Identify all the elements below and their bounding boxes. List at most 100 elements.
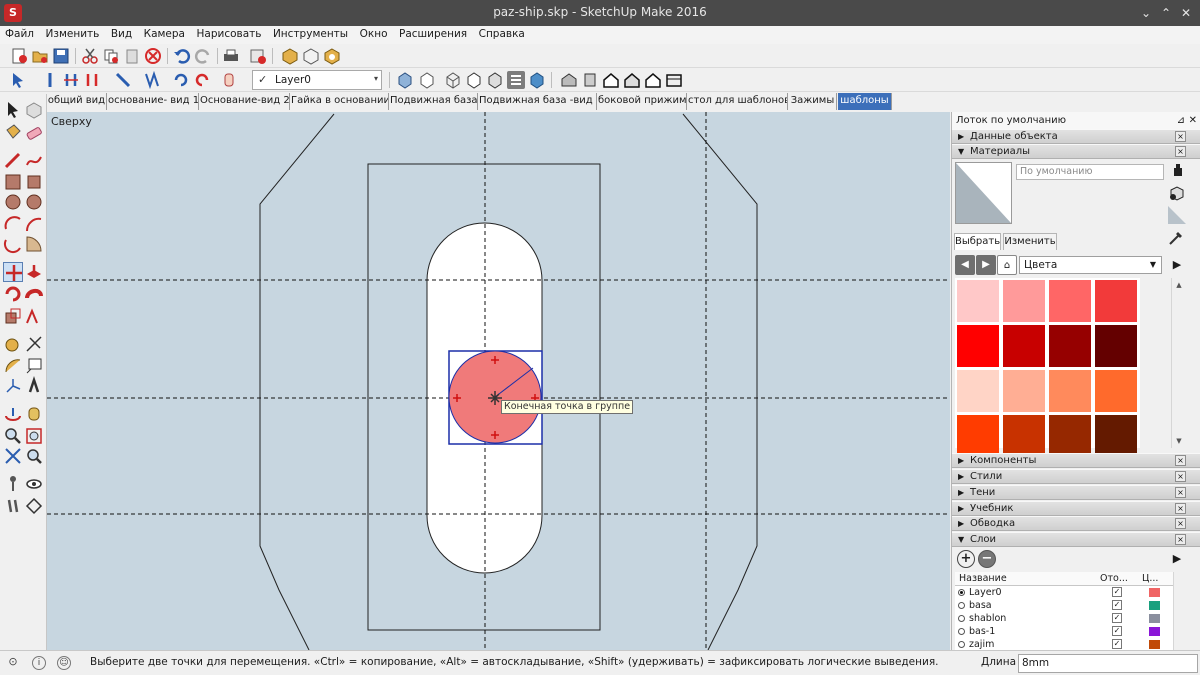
- select-tool-icon[interactable]: [10, 71, 28, 89]
- redo-icon[interactable]: [194, 47, 212, 65]
- scroll-up-icon[interactable]: ▲: [1173, 279, 1185, 291]
- line-pencil-icon[interactable]: [3, 150, 23, 170]
- visible-checkbox[interactable]: ✓: [1112, 587, 1122, 597]
- panel-entity-info[interactable]: ▶ Данные объекта ×: [952, 129, 1200, 144]
- polygon-icon[interactable]: [24, 192, 44, 212]
- left-view-icon[interactable]: [665, 71, 683, 89]
- orbit-icon[interactable]: [3, 404, 23, 424]
- color-swatch[interactable]: [1049, 370, 1091, 412]
- panel-outliner[interactable]: ▶ Обводка ×: [952, 516, 1200, 531]
- visible-checkbox[interactable]: ✓: [1112, 600, 1122, 610]
- color-swatch[interactable]: [957, 280, 999, 322]
- eraser-icon[interactable]: [24, 122, 44, 142]
- pie-icon[interactable]: [24, 234, 44, 254]
- color-swatch[interactable]: [1003, 370, 1045, 412]
- menu-draw[interactable]: Нарисовать: [193, 26, 266, 42]
- color-swatch[interactable]: [1049, 415, 1091, 457]
- push-pull-icon[interactable]: [24, 262, 44, 282]
- undo-icon[interactable]: [173, 47, 191, 65]
- color-swatch[interactable]: [1095, 415, 1137, 457]
- protractor-icon[interactable]: [3, 356, 23, 376]
- display-material-icon[interactable]: [1168, 184, 1186, 202]
- menu-help[interactable]: Справка: [475, 26, 529, 42]
- create-material-icon[interactable]: [1170, 162, 1186, 178]
- paint-bucket-icon[interactable]: [3, 122, 23, 142]
- active-layer-radio[interactable]: [958, 615, 965, 622]
- 3d-text-icon[interactable]: [24, 376, 44, 396]
- two-point-arc-icon[interactable]: [24, 214, 44, 234]
- layer-row[interactable]: zajim ✓: [955, 638, 1173, 650]
- make-component-icon[interactable]: [24, 100, 44, 120]
- active-layer-radio[interactable]: [958, 628, 965, 635]
- panel-close-icon[interactable]: ×: [1175, 518, 1186, 529]
- dimension-icon[interactable]: [143, 71, 161, 89]
- scene-tab[interactable]: общий вид: [47, 93, 107, 110]
- share-component-icon[interactable]: [323, 47, 341, 65]
- save-icon[interactable]: [52, 47, 70, 65]
- menu-tools[interactable]: Инструменты: [269, 26, 352, 42]
- scene-tab[interactable]: Подвижная база: [390, 93, 478, 110]
- xray-style-icon[interactable]: [396, 71, 414, 89]
- cut-icon[interactable]: [81, 47, 99, 65]
- visible-checkbox[interactable]: ✓: [1112, 639, 1122, 649]
- info-icon[interactable]: i: [32, 656, 46, 670]
- look-around-icon[interactable]: [24, 474, 44, 494]
- follow-me-icon[interactable]: [24, 284, 44, 304]
- monochrome-icon[interactable]: [528, 71, 546, 89]
- copy-icon[interactable]: [102, 47, 120, 65]
- panel-close-icon[interactable]: ×: [1175, 131, 1186, 142]
- tab-select[interactable]: Выбрать: [954, 233, 1001, 250]
- maximize-button[interactable]: ⌃: [1156, 3, 1176, 23]
- section-plane-icon[interactable]: [24, 496, 44, 516]
- color-swatch[interactable]: [1095, 325, 1137, 367]
- geo-location-icon[interactable]: ⊙: [6, 656, 20, 670]
- select-arrow-icon[interactable]: [3, 100, 23, 120]
- tab-edit[interactable]: Изменить: [1003, 233, 1057, 250]
- default-material-icon[interactable]: [1168, 206, 1186, 224]
- layer-color-swatch[interactable]: [1149, 640, 1160, 649]
- panel-styles[interactable]: ▶ Стили ×: [952, 469, 1200, 484]
- panel-close-icon[interactable]: ×: [1175, 471, 1186, 482]
- layer-details-arrow-icon[interactable]: ▶: [1168, 551, 1186, 567]
- dimension-tool-icon[interactable]: [24, 334, 44, 354]
- menu-extensions[interactable]: Расширения: [395, 26, 471, 42]
- current-layer-dropdown[interactable]: ✓ Layer0 ▾: [252, 70, 382, 90]
- color-swatch[interactable]: [957, 370, 999, 412]
- color-swatch[interactable]: [957, 325, 999, 367]
- circle-icon[interactable]: [3, 192, 23, 212]
- collection-dropdown[interactable]: Цвета ▼: [1019, 256, 1162, 274]
- add-layer-icon[interactable]: +: [957, 550, 975, 568]
- panel-shadows[interactable]: ▶ Тени ×: [952, 485, 1200, 500]
- front-view-icon[interactable]: [602, 71, 620, 89]
- rotate-tool-icon[interactable]: [3, 284, 23, 304]
- scene-tab[interactable]: Подвижная база -вид 2: [479, 93, 597, 110]
- material-name-field[interactable]: По умолчанию: [1016, 164, 1164, 180]
- move-tool-icon[interactable]: [3, 262, 23, 282]
- text-tool-icon[interactable]: [24, 356, 44, 376]
- layer-color-swatch[interactable]: [1149, 614, 1160, 623]
- color-swatch[interactable]: [1003, 325, 1045, 367]
- user-icon[interactable]: ☺: [57, 656, 71, 670]
- visible-checkbox[interactable]: ✓: [1112, 626, 1122, 636]
- column-color[interactable]: Ц...: [1142, 572, 1158, 586]
- eyedropper-icon[interactable]: [1166, 228, 1186, 248]
- layer-row[interactable]: Layer0 ✓: [955, 586, 1173, 599]
- home-icon[interactable]: ⌂: [997, 255, 1017, 275]
- layer-row[interactable]: shablon ✓: [955, 612, 1173, 625]
- rotated-rectangle-icon[interactable]: [24, 172, 44, 192]
- back-view-icon[interactable]: [644, 71, 662, 89]
- column-name[interactable]: Название: [959, 572, 1007, 586]
- top-view-icon[interactable]: [581, 71, 599, 89]
- panel-close-icon[interactable]: ×: [1175, 455, 1186, 466]
- previous-view-icon[interactable]: [24, 446, 44, 466]
- menu-camera[interactable]: Камера: [140, 26, 189, 42]
- right-view-icon[interactable]: [623, 71, 641, 89]
- back-edges-icon[interactable]: [418, 71, 436, 89]
- delete-layer-icon[interactable]: −: [978, 550, 996, 568]
- visible-checkbox[interactable]: ✓: [1112, 613, 1122, 623]
- panel-close-icon[interactable]: ×: [1175, 487, 1186, 498]
- panel-components[interactable]: ▶ Компоненты ×: [952, 453, 1200, 468]
- color-swatch[interactable]: [1003, 280, 1045, 322]
- scale-icon[interactable]: [3, 306, 23, 326]
- zoom-window-icon[interactable]: [24, 426, 44, 446]
